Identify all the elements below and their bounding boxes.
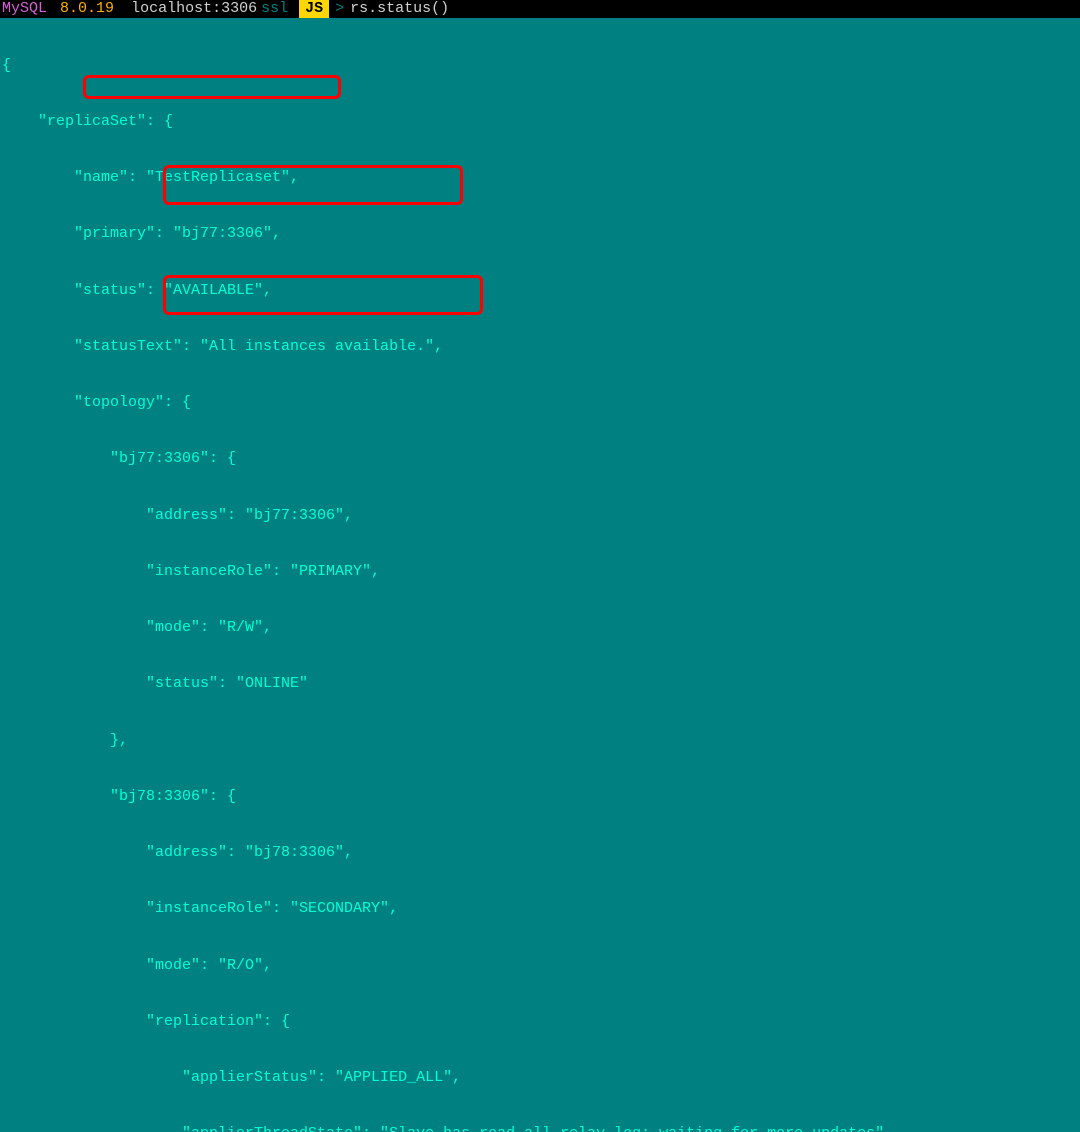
prompt-ssl: ssl	[261, 0, 290, 18]
prompt-arrow: >	[329, 0, 350, 18]
output-line: "instanceRole": "SECONDARY",	[2, 900, 1080, 919]
output-line: "bj77:3306": {	[2, 450, 1080, 469]
output-line: "topology": {	[2, 394, 1080, 413]
output-line: "applierThreadState": "Slave has read al…	[2, 1125, 1080, 1132]
output-line: "address": "bj78:3306",	[2, 844, 1080, 863]
output-line: "bj78:3306": {	[2, 788, 1080, 807]
output-line: "primary": "bj77:3306",	[2, 225, 1080, 244]
terminal-window: MySQL 8.0.19 localhost:3306 ssl JS > rs.…	[0, 0, 1080, 566]
output-line: "name": "TestReplicaset",	[2, 169, 1080, 188]
prompt-mysql-label: MySQL	[0, 0, 51, 18]
output-line: "replicaSet": {	[2, 113, 1080, 132]
shell-prompt-line: MySQL 8.0.19 localhost:3306 ssl JS > rs.…	[0, 0, 1080, 18]
prompt-spacer	[118, 0, 127, 18]
command-input[interactable]: rs.status()	[350, 0, 449, 18]
output-line: "mode": "R/O",	[2, 957, 1080, 976]
output-line: "mode": "R/W",	[2, 619, 1080, 638]
output-line: },	[2, 732, 1080, 751]
output-line: {	[2, 57, 1080, 76]
output-line: "replication": {	[2, 1013, 1080, 1032]
prompt-mode-badge: JS	[299, 0, 329, 18]
prompt-host: localhost:3306	[127, 0, 261, 18]
prompt-version: 8.0.19	[60, 0, 118, 18]
output-line: "statusText": "All instances available."…	[2, 338, 1080, 357]
output-line: "status": "ONLINE"	[2, 675, 1080, 694]
prompt-spacer	[51, 0, 60, 18]
output-line: "address": "bj77:3306",	[2, 507, 1080, 526]
prompt-spacer	[290, 0, 299, 18]
terminal-output: { "replicaSet": { "name": "TestReplicase…	[0, 18, 1080, 1132]
output-line: "status": "AVAILABLE",	[2, 282, 1080, 301]
output-line: "applierStatus": "APPLIED_ALL",	[2, 1069, 1080, 1088]
